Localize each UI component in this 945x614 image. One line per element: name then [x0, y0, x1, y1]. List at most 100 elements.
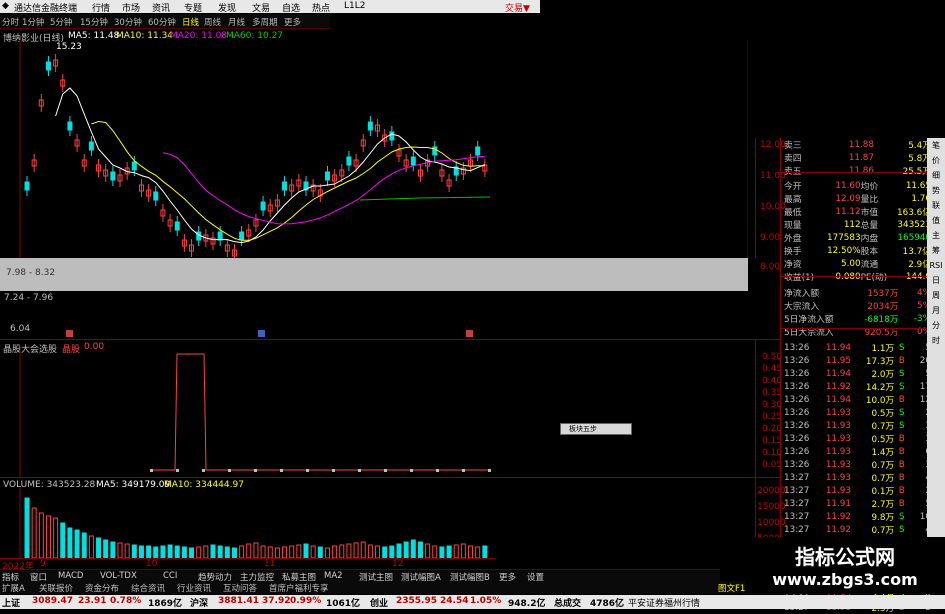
candle-body [367, 121, 373, 131]
menu-item-l1l2[interactable]: L1L2 [344, 1, 365, 11]
candlestick-chart[interactable] [0, 40, 748, 258]
side-tab[interactable]: 分 [927, 318, 945, 333]
period-tab-30min[interactable]: 30分钟 [114, 16, 142, 28]
x-label-12: 12 [392, 559, 404, 569]
indicator-chart[interactable] [0, 350, 748, 478]
ma60-line [359, 196, 491, 201]
candle-body [67, 121, 73, 131]
period-tab-monthly[interactable]: 月线 [228, 16, 245, 28]
side-tab[interactable]: 筹 [927, 243, 945, 258]
event-marker-2[interactable] [258, 330, 265, 337]
stats-v2: 13.7亿 [902, 247, 931, 257]
volume-bar [475, 546, 481, 558]
menu-item-market[interactable]: 市场 [122, 1, 140, 14]
signal-dot [488, 469, 491, 472]
volume-bar [310, 545, 316, 558]
tick-cell: B [898, 498, 905, 509]
flow-cell: 5日大宗流入 [784, 328, 834, 338]
period-tab-multi[interactable]: 多周期 [252, 16, 278, 28]
sub-tab[interactable]: 关联报价 [39, 582, 73, 594]
period-tab-60min[interactable]: 60分钟 [148, 16, 176, 28]
sub-tab[interactable]: 行业资讯 [177, 582, 211, 594]
indicator-tab[interactable]: MA2 [324, 571, 343, 581]
trade-dropdown[interactable]: 交易▼ [505, 1, 530, 14]
popup-widget[interactable]: 板块五步 [560, 423, 632, 435]
menu-item-trade[interactable]: 文易 [252, 1, 270, 14]
tick-cell: 0.7万 [871, 422, 895, 432]
tick-cell: 0.1万 [871, 487, 895, 497]
volume-bar [346, 543, 352, 558]
tick-row: 13:26 11.94 10.0万 B 12 [784, 393, 931, 407]
sub-tab[interactable]: 首席户福利专享 [269, 582, 329, 594]
tick-row: 13:2611.930.7万B3 [784, 458, 931, 472]
menu-item-news[interactable]: 资讯 [152, 1, 170, 14]
side-tab[interactable]: RSI [927, 258, 945, 273]
sub-tab[interactable]: 扩展A [2, 582, 25, 594]
volume-bar [460, 543, 466, 558]
candle-body [239, 231, 245, 241]
event-marker-3[interactable] [466, 330, 473, 337]
indicator-tab[interactable]: VOL-TDX [100, 571, 137, 581]
menu-item-watchlist[interactable]: 自选 [282, 1, 300, 14]
sub-tab[interactable]: 互动问答 [223, 582, 257, 594]
volume-bar [468, 545, 474, 558]
period-tab-15min[interactable]: 15分钟 [80, 16, 108, 28]
flow-cell: 大宗流入 [784, 302, 820, 312]
signal-dot [254, 469, 257, 472]
sub-tab[interactable]: 综合资讯 [131, 582, 165, 594]
side-tab[interactable]: 周 [927, 288, 945, 303]
side-tab[interactable]: 细 [927, 168, 945, 183]
indicator-tab[interactable]: CCI [163, 571, 177, 581]
menu-item-hot[interactable]: 热点 [312, 1, 330, 14]
candle-body [260, 201, 266, 211]
side-tab[interactable]: 日 [927, 273, 945, 288]
side-tab[interactable]: 势 [927, 183, 945, 198]
sz-index-value: 3881.41 [218, 596, 259, 606]
volume-bar [110, 541, 116, 558]
volume-bar [181, 546, 187, 558]
menu-item-quote[interactable]: 行情 [92, 1, 110, 14]
period-tab-daily[interactable]: 日线 [182, 16, 199, 28]
tick-row: 13:2711.920.7万S4 [784, 523, 931, 537]
volume-bar [53, 517, 59, 558]
menu-item-topic[interactable]: 专题 [184, 1, 202, 14]
price-axis-8: 8.00 [760, 262, 781, 272]
sz-index-label[interactable]: 沪深 [190, 596, 208, 609]
tick-cell: S [899, 368, 905, 379]
tick-row: 13:2611.930.5万B3 [784, 432, 931, 446]
period-tab-5min[interactable]: 5分钟 [50, 16, 72, 28]
volume-bar [196, 546, 202, 558]
period-tab-weekly[interactable]: 周线 [204, 16, 221, 28]
period-tab-1min[interactable]: 1分钟 [22, 16, 44, 28]
event-marker-1[interactable] [66, 330, 73, 337]
sh-index-label[interactable]: 上证 [2, 596, 20, 609]
candle-body [324, 171, 330, 181]
sz-index-pct: 0.99% [290, 596, 322, 606]
candle-body [346, 156, 352, 166]
flow-cell: 920.5万 [864, 328, 899, 338]
volume-chart[interactable] [0, 488, 748, 558]
volume-bar [38, 512, 44, 558]
period-tab-intraday[interactable]: 分时 [2, 16, 19, 28]
indicator-tab[interactable]: MACD [58, 571, 83, 581]
side-tab[interactable]: 笔 [927, 138, 945, 153]
side-tab[interactable]: 主 [927, 228, 945, 243]
flow-cell: -6818万 [864, 315, 899, 325]
tick-cell: 11.95 [825, 355, 851, 366]
tick-cell: 11.94 [825, 342, 851, 353]
signal-dot [358, 469, 361, 472]
cy-index-label[interactable]: 创业 [370, 596, 388, 609]
side-tab[interactable]: 联 [927, 198, 945, 213]
tick-row: 13:2711.930.1万B2 [784, 484, 931, 498]
side-tab[interactable]: 价 [927, 153, 945, 168]
tick-cell: 13:26 [784, 355, 810, 366]
stats-v2: 165940 [897, 232, 931, 243]
side-tab[interactable]: 值 [927, 213, 945, 228]
sub-tab[interactable]: 资金分布 [85, 582, 119, 594]
volume-bar [396, 543, 402, 558]
side-tab[interactable]: 时 [927, 333, 945, 348]
menu-item-discover[interactable]: 发现 [218, 1, 236, 14]
period-tab-more[interactable]: 更多 [284, 16, 301, 28]
volume-bar [267, 546, 273, 558]
side-tab[interactable]: 月 [927, 303, 945, 318]
